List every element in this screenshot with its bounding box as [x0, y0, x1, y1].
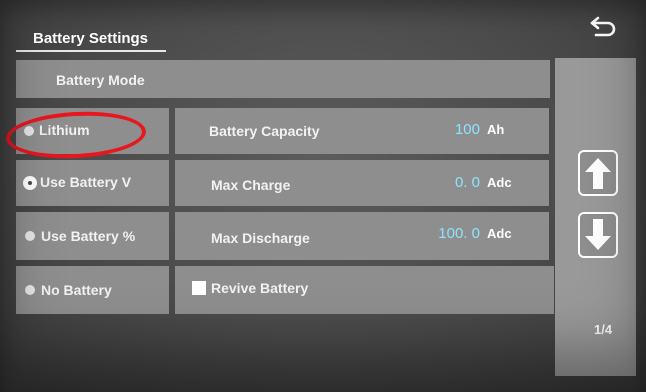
- battery-capacity-value[interactable]: 100: [425, 121, 480, 138]
- mode-option-label: No Battery: [41, 282, 112, 298]
- max-charge-value[interactable]: 0. 0: [425, 174, 480, 191]
- radio-no-battery[interactable]: [25, 285, 35, 295]
- radio-use-battery-percent[interactable]: [25, 231, 35, 241]
- mode-option-no-battery[interactable]: No Battery: [16, 266, 169, 314]
- revive-battery-checkbox[interactable]: [192, 281, 206, 295]
- mode-option-label: Use Battery V: [40, 174, 132, 190]
- mode-option-use-battery-percent[interactable]: Use Battery %: [16, 212, 169, 260]
- title-underline: [16, 50, 166, 52]
- page-title: Battery Settings: [33, 30, 149, 47]
- max-charge-row[interactable]: Max Charge 0. 0 Adc: [175, 160, 549, 206]
- max-discharge-label: Max Discharge: [211, 230, 310, 246]
- battery-mode-header: Battery Mode: [16, 60, 550, 98]
- max-discharge-value[interactable]: 100. 0: [405, 225, 480, 242]
- max-charge-unit: Adc: [487, 175, 512, 190]
- arrow-up-icon: [585, 158, 611, 189]
- battery-capacity-label: Battery Capacity: [209, 123, 320, 139]
- max-discharge-unit: Adc: [487, 226, 512, 241]
- mode-option-use-battery-v[interactable]: Use Battery V: [16, 160, 169, 206]
- arrow-down-icon: [585, 219, 611, 250]
- revive-battery-label: Revive Battery: [211, 280, 309, 296]
- back-arrow-icon[interactable]: [588, 14, 622, 40]
- page-indicator: 1/4: [594, 322, 613, 337]
- page-down-button[interactable]: [578, 212, 618, 258]
- max-charge-label: Max Charge: [211, 177, 291, 193]
- battery-mode-title: Battery Mode: [56, 72, 145, 88]
- revive-battery-row[interactable]: Revive Battery: [175, 266, 554, 314]
- battery-capacity-row[interactable]: Battery Capacity 100 Ah: [175, 108, 549, 154]
- mode-option-label: Use Battery %: [41, 228, 136, 244]
- radio-use-battery-v[interactable]: [25, 178, 35, 188]
- max-discharge-row[interactable]: Max Discharge 100. 0 Adc: [175, 212, 549, 260]
- battery-capacity-unit: Ah: [487, 122, 505, 137]
- inverter-screen: Battery Settings Battery Mode Lithium Us…: [0, 0, 646, 392]
- page-up-button[interactable]: [578, 150, 618, 196]
